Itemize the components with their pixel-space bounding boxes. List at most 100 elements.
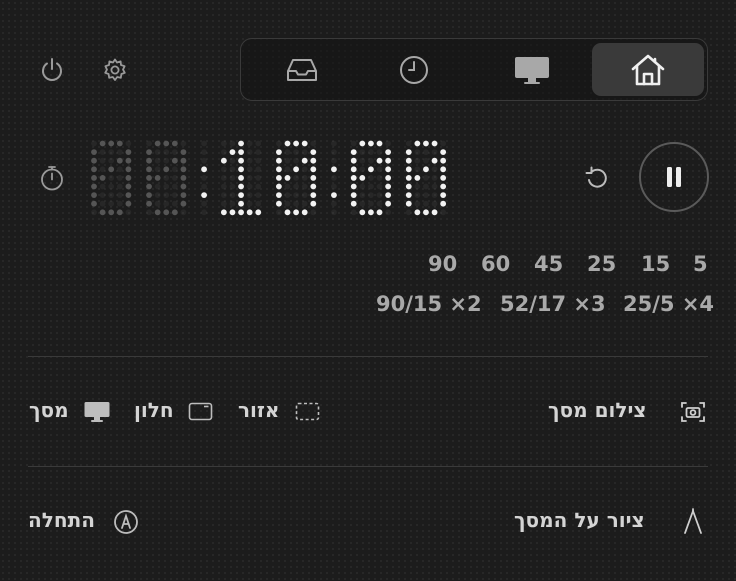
off-dot xyxy=(246,149,253,155)
digit-dot xyxy=(405,183,412,190)
off-dot xyxy=(229,166,236,173)
dim-digit-dot xyxy=(91,166,97,173)
off-dot xyxy=(154,200,161,207)
preset-interval-25-5[interactable]: 25/5 ×4 xyxy=(623,292,714,316)
off-dot xyxy=(201,149,207,155)
off-dot xyxy=(163,175,170,181)
off-dot xyxy=(255,149,262,155)
off-dot xyxy=(368,149,374,155)
off-dot xyxy=(116,183,123,190)
preset-5[interactable]: 5 xyxy=(693,252,708,276)
off-dot xyxy=(246,200,253,207)
off-dot xyxy=(440,209,447,216)
stopwatch-icon[interactable] xyxy=(38,164,66,192)
off-dot xyxy=(431,192,438,198)
dim-digit-dot xyxy=(146,166,152,173)
digit-dot xyxy=(414,175,421,181)
off-dot xyxy=(414,183,421,190)
digit-dot xyxy=(229,209,236,216)
gear-icon[interactable] xyxy=(101,56,129,84)
digit-dot xyxy=(423,166,429,173)
tab-history[interactable] xyxy=(358,43,470,96)
digit-dot xyxy=(301,209,308,216)
power-icon[interactable] xyxy=(38,56,66,84)
off-dot xyxy=(201,175,207,181)
tab-display[interactable] xyxy=(476,43,588,96)
off-dot xyxy=(359,157,366,164)
off-dot xyxy=(376,166,383,173)
monitor-icon[interactable] xyxy=(83,400,111,424)
colon-dot xyxy=(331,166,337,173)
pause-button[interactable] xyxy=(639,142,709,212)
dim-digit-dot xyxy=(125,175,132,181)
digit-dot xyxy=(301,157,308,164)
preset-15[interactable]: 15 xyxy=(641,252,670,276)
off-dot xyxy=(180,140,187,147)
off-dot xyxy=(431,183,438,190)
tab-inbox[interactable] xyxy=(246,43,358,96)
preset-60[interactable]: 60 xyxy=(481,252,510,276)
digit-dot xyxy=(350,183,357,190)
digit-dot xyxy=(255,209,262,216)
camera-icon[interactable] xyxy=(680,400,706,424)
draw-start-icon[interactable] xyxy=(113,509,139,535)
digit-dot xyxy=(310,192,317,198)
digit-dot xyxy=(350,157,357,164)
dim-digit-dot xyxy=(91,192,97,198)
dim-digit-dot xyxy=(163,166,170,173)
preset-interval-52-17[interactable]: 52/17 ×3 xyxy=(500,292,606,316)
digit-dot xyxy=(350,175,357,181)
dim-digit-dot xyxy=(180,200,187,207)
off-dot xyxy=(293,157,299,164)
dashed-rect-icon[interactable] xyxy=(295,401,321,423)
window-icon[interactable] xyxy=(188,402,214,422)
digit-dot xyxy=(368,140,374,147)
off-dot xyxy=(163,157,170,164)
off-dot xyxy=(331,157,337,164)
tab-home[interactable] xyxy=(592,43,704,96)
dim-digit-dot xyxy=(154,175,161,181)
dim-digit-dot xyxy=(125,149,132,155)
digit-dot xyxy=(440,200,447,207)
digit-dot xyxy=(423,140,429,147)
dim-digit-dot xyxy=(108,209,115,216)
off-dot xyxy=(146,140,152,147)
off-dot xyxy=(405,209,412,216)
capture-area-label[interactable]: אזור xyxy=(238,398,279,422)
digit-dot xyxy=(284,175,291,181)
off-dot xyxy=(293,149,299,155)
digit-dot xyxy=(238,183,244,190)
off-dot xyxy=(414,192,421,198)
divider xyxy=(28,466,708,467)
capture-screen-label[interactable]: מסך xyxy=(29,398,69,422)
off-dot xyxy=(414,200,421,207)
digit-dot xyxy=(238,175,244,181)
off-dot xyxy=(423,157,429,164)
reset-icon[interactable] xyxy=(582,163,612,193)
capture-window-label[interactable]: חלון xyxy=(134,398,174,422)
digit-dot xyxy=(310,183,317,190)
digit-dot xyxy=(220,157,227,164)
dim-digit-dot xyxy=(146,200,152,207)
off-dot xyxy=(414,166,421,173)
dim-digit-dot xyxy=(171,209,178,216)
off-dot xyxy=(201,183,207,190)
preset-90[interactable]: 90 xyxy=(428,252,457,276)
off-dot xyxy=(116,175,123,181)
preset-45[interactable]: 45 xyxy=(534,252,563,276)
compass-icon[interactable] xyxy=(681,508,705,536)
off-dot xyxy=(376,183,383,190)
digit-dot xyxy=(385,166,392,173)
digit-dot xyxy=(276,157,282,164)
digit-dot xyxy=(284,140,291,147)
off-dot xyxy=(255,140,262,147)
preset-interval-90-15[interactable]: 90/15 ×2 xyxy=(376,292,482,316)
off-dot xyxy=(125,140,132,147)
off-dot xyxy=(154,183,161,190)
digit-dot xyxy=(310,157,317,164)
dim-digit-dot xyxy=(125,200,132,207)
dim-digit-dot xyxy=(108,140,115,147)
preset-25[interactable]: 25 xyxy=(587,252,616,276)
draw-start-button[interactable]: התחלה xyxy=(28,508,95,532)
digit-dot xyxy=(276,175,282,181)
